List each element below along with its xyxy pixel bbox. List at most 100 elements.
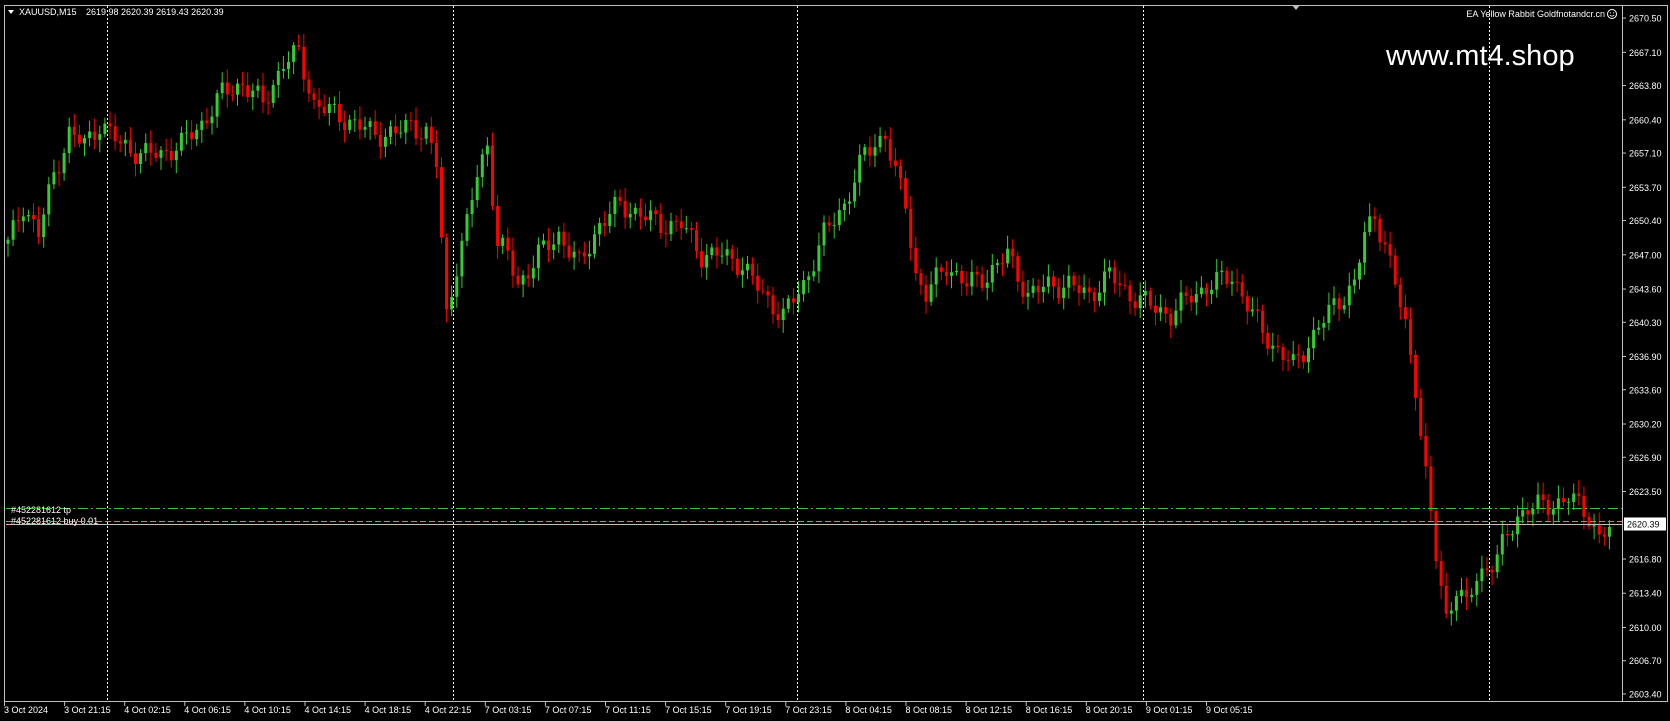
candle [929, 271, 933, 306]
candle [251, 83, 255, 111]
candle [1373, 207, 1377, 232]
candle [587, 240, 591, 270]
candle [67, 117, 71, 163]
candle [123, 132, 127, 157]
candle [72, 113, 76, 148]
smiley-icon[interactable] [1607, 9, 1617, 19]
candle [909, 195, 913, 261]
candle [1536, 482, 1540, 515]
candle [1026, 280, 1030, 310]
candle [995, 259, 999, 274]
candle [1393, 248, 1397, 288]
candle [47, 176, 51, 227]
candle [205, 107, 209, 129]
price-tick-label: 2613.40 [1629, 589, 1662, 599]
candle [1072, 272, 1076, 292]
candle [1460, 577, 1463, 604]
candle [88, 120, 92, 147]
candle [261, 73, 265, 113]
candle [1516, 505, 1520, 548]
candle [1133, 292, 1137, 316]
candle [32, 203, 35, 233]
candle [1572, 483, 1576, 511]
price-tick-label: 2663.80 [1629, 81, 1662, 91]
candle [1521, 497, 1525, 524]
candle [664, 220, 668, 248]
candle [689, 221, 693, 243]
candle [1342, 296, 1346, 314]
candle [516, 266, 520, 289]
candle [1266, 324, 1270, 356]
candle [164, 138, 168, 162]
candle [42, 207, 46, 248]
candle [1592, 513, 1596, 540]
price-tick-label: 2670.50 [1629, 14, 1662, 24]
candle [317, 87, 321, 120]
chart-shift-marker[interactable] [1292, 5, 1300, 10]
candle [1092, 287, 1096, 313]
candle [985, 269, 989, 301]
candle [118, 134, 122, 153]
candle [1602, 526, 1606, 546]
candle [1016, 251, 1020, 292]
candle [802, 270, 806, 302]
candle [1307, 336, 1310, 373]
candle [1148, 287, 1152, 310]
ea-label: EA Yellow Rabbit Goldfnotandcr.cn [1466, 9, 1605, 19]
candle [190, 120, 194, 150]
candle [1250, 297, 1254, 317]
candle [1322, 316, 1326, 341]
candle [1067, 264, 1071, 299]
candle [1097, 280, 1101, 307]
candle [1505, 524, 1509, 547]
price-chart[interactable]: #452281612 tp #452281612 buy 0.01 XAUUSD… [0, 0, 1670, 721]
candle [1031, 278, 1035, 298]
candle [1057, 278, 1061, 304]
candle [618, 189, 622, 207]
candle [470, 187, 474, 228]
candle [241, 72, 245, 97]
candle [1011, 239, 1015, 269]
candle [1312, 317, 1316, 360]
candle [1403, 294, 1407, 329]
candle [756, 263, 760, 304]
candle [1546, 493, 1550, 523]
candle [1582, 486, 1586, 530]
candle [812, 259, 816, 282]
candle [888, 127, 892, 168]
candle [582, 241, 586, 265]
candle [868, 136, 872, 167]
candle [1154, 295, 1157, 326]
candle [950, 259, 953, 289]
candle [684, 215, 688, 234]
candle [287, 51, 290, 79]
candle [781, 297, 785, 333]
candle [348, 115, 352, 134]
candle [98, 125, 102, 153]
candle [1301, 350, 1305, 369]
candle [6, 236, 10, 257]
price-tick-label: 2657.10 [1629, 149, 1662, 159]
candle [1230, 270, 1234, 296]
candle [327, 97, 331, 126]
candle [465, 207, 469, 247]
candle [552, 232, 556, 260]
time-tick-label: 8 Oct 08:15 [906, 705, 953, 715]
candle [746, 256, 749, 280]
time-tick-label: 8 Oct 04:15 [845, 705, 892, 715]
candle [1077, 274, 1081, 307]
candle [1419, 388, 1423, 440]
time-tick-label: 4 Oct 06:15 [184, 705, 231, 715]
symbol-label: XAUUSD,M15 [19, 7, 77, 17]
candle [1240, 274, 1244, 304]
time-tick-label: 3 Oct 21:15 [64, 705, 111, 715]
candle [848, 192, 851, 215]
candle [1052, 270, 1055, 300]
candle [1409, 307, 1412, 364]
candle [139, 149, 143, 174]
candle [1388, 231, 1392, 269]
candle [1511, 530, 1514, 542]
candle [1286, 349, 1290, 372]
candle [542, 233, 545, 248]
triangle-down-icon[interactable] [8, 10, 14, 14]
